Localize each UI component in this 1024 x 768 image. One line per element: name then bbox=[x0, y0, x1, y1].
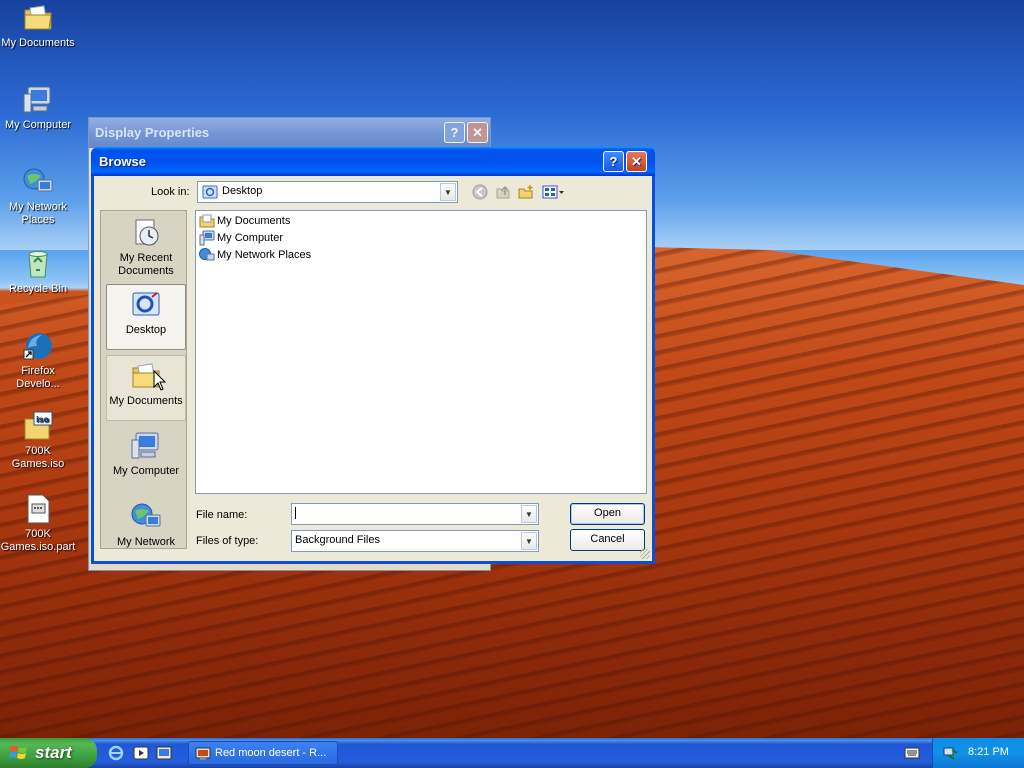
close-button[interactable]: ✕ bbox=[626, 151, 647, 172]
partial-file-icon bbox=[27, 494, 50, 524]
recent-documents-icon bbox=[135, 219, 159, 246]
desktop-icon-my-network-places[interactable]: My Network Places bbox=[0, 166, 78, 227]
desktop-icon-my-documents[interactable]: My Documents bbox=[0, 2, 78, 50]
file-item-label: My Network Places bbox=[217, 249, 312, 261]
places-my-recent-documents[interactable]: My Recent Documents bbox=[106, 213, 186, 279]
taskbar-window-label: Red moon desert - R... bbox=[215, 747, 327, 759]
look-in-value: Desktop bbox=[222, 185, 263, 197]
places-desktop[interactable]: Desktop bbox=[106, 284, 186, 350]
display-properties-icon bbox=[195, 747, 211, 760]
desktop-icon-my-computer[interactable]: My Computer bbox=[0, 84, 78, 132]
desktop-icon-label: My Documents bbox=[1, 37, 75, 49]
places-my-network[interactable]: My Network bbox=[106, 497, 186, 548]
display-properties-title-bar[interactable]: Display Properties ? ✕ bbox=[89, 118, 490, 148]
places-label: Desktop bbox=[125, 324, 167, 336]
desktop-icon-700k-games-iso-part[interactable]: 700K Games.iso.part bbox=[0, 493, 78, 554]
desktop-icon bbox=[202, 185, 218, 199]
cancel-button[interactable]: Cancel bbox=[570, 529, 645, 551]
list-item[interactable]: My Computer bbox=[199, 230, 283, 246]
files-of-type-label: Files of type: bbox=[196, 535, 259, 547]
look-in-dropdown[interactable]: Desktop ▼ bbox=[197, 181, 458, 203]
look-in-label: Look in: bbox=[151, 186, 190, 198]
list-item[interactable]: My Documents bbox=[199, 213, 290, 229]
mouse-cursor-icon bbox=[153, 370, 167, 391]
back-icon[interactable] bbox=[472, 184, 488, 200]
browse-title-bar[interactable]: Browse ? ✕ bbox=[91, 147, 655, 176]
file-name-label: File name: bbox=[196, 509, 248, 521]
open-button[interactable]: Open bbox=[570, 503, 645, 525]
iso-file-icon: iso bbox=[24, 411, 53, 440]
places-label: My Network bbox=[116, 536, 176, 548]
system-tray: 8:21 PM bbox=[932, 738, 1024, 768]
desktop-icon-700k-games-iso[interactable]: iso 700K Games.iso bbox=[0, 410, 78, 471]
internet-explorer-icon[interactable] bbox=[108, 745, 124, 761]
firefox-icon bbox=[23, 333, 52, 360]
file-list[interactable]: My Documents My Computer My Network Plac… bbox=[195, 210, 647, 494]
clock[interactable]: 8:21 PM bbox=[968, 746, 1009, 758]
file-item-label: My Computer bbox=[217, 232, 284, 244]
display-properties-close-button[interactable]: ✕ bbox=[467, 122, 488, 143]
taskbar-window-button[interactable]: Red moon desert - R... bbox=[188, 741, 338, 765]
media-player-icon[interactable] bbox=[133, 745, 149, 761]
desktop-icon-label: 700K Games.iso bbox=[11, 445, 65, 470]
chevron-down-icon[interactable]: ▼ bbox=[521, 505, 537, 523]
places-label: My Recent Documents bbox=[118, 252, 174, 277]
views-menu-icon[interactable] bbox=[542, 184, 566, 200]
network-places-icon bbox=[23, 168, 53, 192]
file-item-label: My Documents bbox=[217, 215, 291, 227]
browse-dialog: Browse ? ✕ Look in: Desktop ▼ My Recent … bbox=[91, 147, 655, 564]
desktop-icon-label: Firefox Develo... bbox=[16, 365, 60, 390]
resize-grip[interactable] bbox=[640, 549, 650, 559]
chevron-down-icon[interactable]: ▼ bbox=[440, 183, 456, 201]
places-label: My Documents bbox=[109, 395, 183, 407]
network-connection-icon[interactable] bbox=[942, 745, 958, 761]
desktop-icon-firefox[interactable]: Firefox Develo... bbox=[0, 330, 78, 391]
file-name-value bbox=[295, 507, 297, 519]
windows-logo-icon bbox=[9, 746, 27, 759]
folder-documents-icon bbox=[199, 214, 215, 228]
network-places-icon bbox=[199, 248, 215, 261]
desktop-icon-recycle-bin[interactable]: Recycle Bin bbox=[0, 248, 78, 296]
start-button[interactable]: start bbox=[0, 738, 97, 768]
places-bar: My Recent Documents Desktop My Documents bbox=[100, 210, 187, 549]
show-desktop-icon[interactable] bbox=[156, 745, 172, 761]
folder-documents-icon bbox=[24, 5, 52, 30]
desktop-icon-label: 700K Games.iso.part bbox=[0, 528, 76, 553]
places-label: My Computer bbox=[112, 465, 180, 477]
places-my-computer[interactable]: My Computer bbox=[106, 426, 186, 492]
recycle-bin-icon bbox=[28, 251, 48, 278]
list-item[interactable]: My Network Places bbox=[199, 247, 311, 263]
browse-title: Browse bbox=[99, 154, 146, 169]
up-folder-icon[interactable] bbox=[495, 184, 511, 200]
chevron-down-icon[interactable]: ▼ bbox=[521, 532, 537, 550]
display-properties-help-button[interactable]: ? bbox=[444, 122, 465, 143]
computer-icon bbox=[199, 230, 215, 246]
computer-icon bbox=[23, 86, 51, 113]
desktop-icon-label: My Network Places bbox=[8, 201, 68, 226]
desktop-icon bbox=[132, 292, 160, 316]
desktop-icon-label: Recycle Bin bbox=[8, 283, 68, 295]
help-button[interactable]: ? bbox=[603, 151, 624, 172]
places-my-documents[interactable]: My Documents bbox=[106, 355, 186, 421]
svg-text:iso: iso bbox=[36, 415, 50, 424]
files-of-type-value: Background Files bbox=[295, 534, 380, 546]
file-name-input[interactable]: ▼ bbox=[291, 503, 539, 525]
taskbar: start Red moon desert - R... 8:21 PM bbox=[0, 738, 1024, 768]
desktop-icon-label: My Computer bbox=[4, 119, 72, 131]
new-folder-icon[interactable] bbox=[518, 184, 534, 200]
computer-icon bbox=[131, 432, 159, 459]
network-places-icon bbox=[131, 503, 161, 527]
keyboard-icon[interactable] bbox=[904, 747, 920, 759]
start-label: start bbox=[35, 743, 72, 762]
files-of-type-dropdown[interactable]: Background Files ▼ bbox=[291, 530, 539, 552]
display-properties-title: Display Properties bbox=[95, 125, 210, 140]
